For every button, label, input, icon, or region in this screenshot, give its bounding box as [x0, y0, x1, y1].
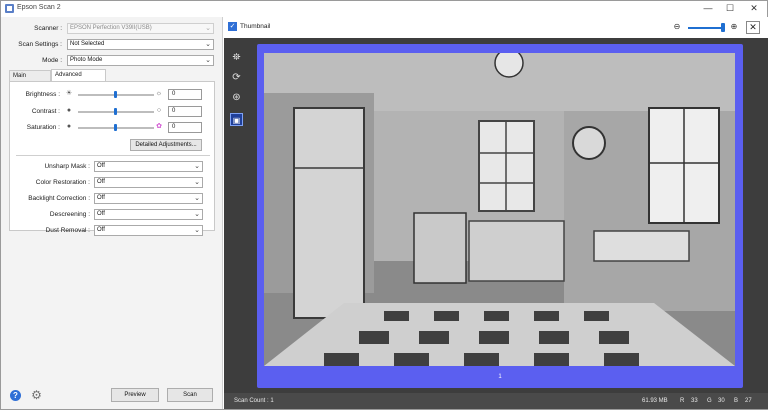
backlight-correction-value: Off	[97, 195, 105, 201]
window-title: Epson Scan 2	[17, 4, 61, 11]
chevron-down-icon: ⌄	[194, 227, 200, 234]
preview-button[interactable]: Preview	[111, 388, 159, 402]
thumbnail-label: Thumbnail	[240, 23, 271, 30]
auto-exposure-icon[interactable]: ⛯	[230, 51, 243, 64]
help-icon[interactable]: ?	[10, 390, 21, 401]
descreening-select[interactable]: Off ⌄	[94, 209, 203, 220]
unsharp-mask-label: Unsharp Mask :	[44, 163, 90, 170]
rotate-icon[interactable]: ⟳	[230, 71, 243, 84]
preview-toolbar: ✓ Thumbnail ⊖ ⊕ ✕	[224, 17, 768, 38]
chevron-down-icon: ⌄	[205, 25, 211, 32]
scanned-preview-image[interactable]	[264, 53, 735, 366]
preview-tools: ⛯ ⟳ ⊛ ▣	[224, 39, 252, 379]
close-preview-button[interactable]: ✕	[746, 21, 760, 34]
unsharp-mask-value: Off	[97, 163, 105, 169]
tab-main-settings[interactable]: Main Settings	[9, 70, 51, 89]
descreening-label: Descreening :	[49, 211, 90, 218]
thumbnail-checkbox[interactable]: ✓	[228, 22, 237, 31]
advanced-settings-panel: Brightness : ☀ ☼ 0 Contrast : ● ○ 0 Satu…	[9, 81, 215, 236]
settings-panel: Scanner : EPSON Perfection V39II(USB) ⌄ …	[1, 17, 223, 409]
dust-removal-value: Off	[97, 227, 105, 233]
mode-value: Photo Mode	[70, 57, 103, 63]
app-icon	[5, 4, 14, 13]
contrast-low-icon: ●	[66, 107, 72, 114]
descreening-value: Off	[97, 211, 105, 217]
r-label: R	[680, 398, 685, 404]
saturation-label: Saturation :	[26, 124, 60, 131]
chevron-down-icon: ⌄	[194, 195, 200, 202]
saturation-low-icon: ●	[66, 123, 72, 130]
scanner-select[interactable]: EPSON Perfection V39II(USB) ⌄	[67, 23, 214, 34]
chevron-down-icon: ⌄	[194, 211, 200, 218]
tab-advanced-settings[interactable]: Advanced Settings	[51, 69, 106, 88]
r-value: 33	[691, 398, 698, 404]
backlight-correction-select[interactable]: Off ⌄	[94, 193, 203, 204]
brightness-label: Brightness :	[25, 91, 60, 98]
chevron-down-icon: ⌄	[205, 41, 211, 48]
brightness-input[interactable]: 0	[168, 89, 202, 100]
dust-removal-select[interactable]: Off ⌄	[94, 225, 203, 236]
preview-panel: ✓ Thumbnail ⊖ ⊕ ✕ ⛯ ⟳ ⊛ ▣ 1 Scan Count:…	[224, 17, 768, 409]
contrast-slider-thumb[interactable]	[114, 108, 117, 115]
chevron-down-icon: ⌄	[205, 57, 211, 64]
mode-label: Mode :	[42, 57, 62, 64]
detailed-adjustments-button[interactable]: Detailed Adjustments...	[130, 139, 202, 151]
saturation-input[interactable]: 0	[168, 122, 202, 133]
brightness-high-icon: ☼	[155, 90, 163, 97]
color-restoration-select[interactable]: Off ⌄	[94, 177, 203, 188]
minimize-button[interactable]: —	[701, 2, 715, 14]
chevron-down-icon: ⌄	[194, 163, 200, 170]
settings-tool-icon[interactable]: ⊛	[230, 91, 243, 104]
g-value: 30	[718, 398, 725, 404]
scan-count: Scan Count : 1	[234, 398, 274, 404]
brightness-low-icon: ☀	[65, 90, 73, 97]
zoom-slider-thumb[interactable]	[721, 23, 725, 32]
saturation-high-icon: ✿	[156, 123, 162, 130]
scan-settings-select[interactable]: Not Selected ⌄	[67, 39, 214, 50]
saturation-slider-thumb[interactable]	[114, 124, 117, 131]
preview-frame: 1	[257, 44, 743, 388]
close-window-button[interactable]: ✕	[747, 2, 761, 14]
contrast-input[interactable]: 0	[168, 106, 202, 117]
scan-settings-value: Not Selected	[70, 41, 105, 47]
select-area-icon[interactable]: ▣	[230, 113, 243, 126]
color-restoration-value: Off	[97, 179, 105, 185]
g-label: G	[707, 398, 712, 404]
scan-settings-label: Scan Settings :	[18, 41, 62, 48]
zoom-in-icon[interactable]: ⊕	[729, 22, 739, 32]
b-label: B	[734, 398, 739, 404]
contrast-label: Contrast :	[31, 108, 60, 115]
b-value: 27	[745, 398, 752, 404]
backlight-correction-label: Backlight Correction :	[28, 195, 90, 202]
epson-scan-window: Epson Scan 2 — ☐ ✕ Scanner : EPSON Perfe…	[0, 0, 768, 410]
title-bar: Epson Scan 2 — ☐ ✕	[1, 1, 767, 17]
scanner-label: Scanner :	[34, 25, 62, 32]
gear-icon[interactable]: ⚙	[30, 389, 43, 402]
page-number: 1	[498, 374, 502, 380]
dust-removal-label: Dust Removal :	[45, 227, 90, 234]
scanner-value: EPSON Perfection V39II(USB)	[70, 25, 152, 31]
zoom-out-icon[interactable]: ⊖	[672, 22, 682, 32]
divider	[16, 155, 210, 156]
kitchen-illustration	[264, 53, 735, 366]
maximize-button[interactable]: ☐	[723, 2, 737, 14]
zoom-slider[interactable]	[688, 27, 724, 29]
unsharp-mask-select[interactable]: Off ⌄	[94, 161, 203, 172]
mode-select[interactable]: Photo Mode ⌄	[67, 55, 214, 66]
contrast-high-icon: ○	[156, 107, 162, 114]
brightness-slider-thumb[interactable]	[114, 91, 117, 98]
scan-button[interactable]: Scan	[167, 388, 213, 402]
color-restoration-label: Color Restoration :	[35, 179, 90, 186]
status-bar: Scan Count : 1 61.93 MB R 33 G 30 B 27	[224, 393, 768, 409]
chevron-down-icon: ⌄	[194, 179, 200, 186]
file-size: 61.93 MB	[642, 398, 668, 404]
